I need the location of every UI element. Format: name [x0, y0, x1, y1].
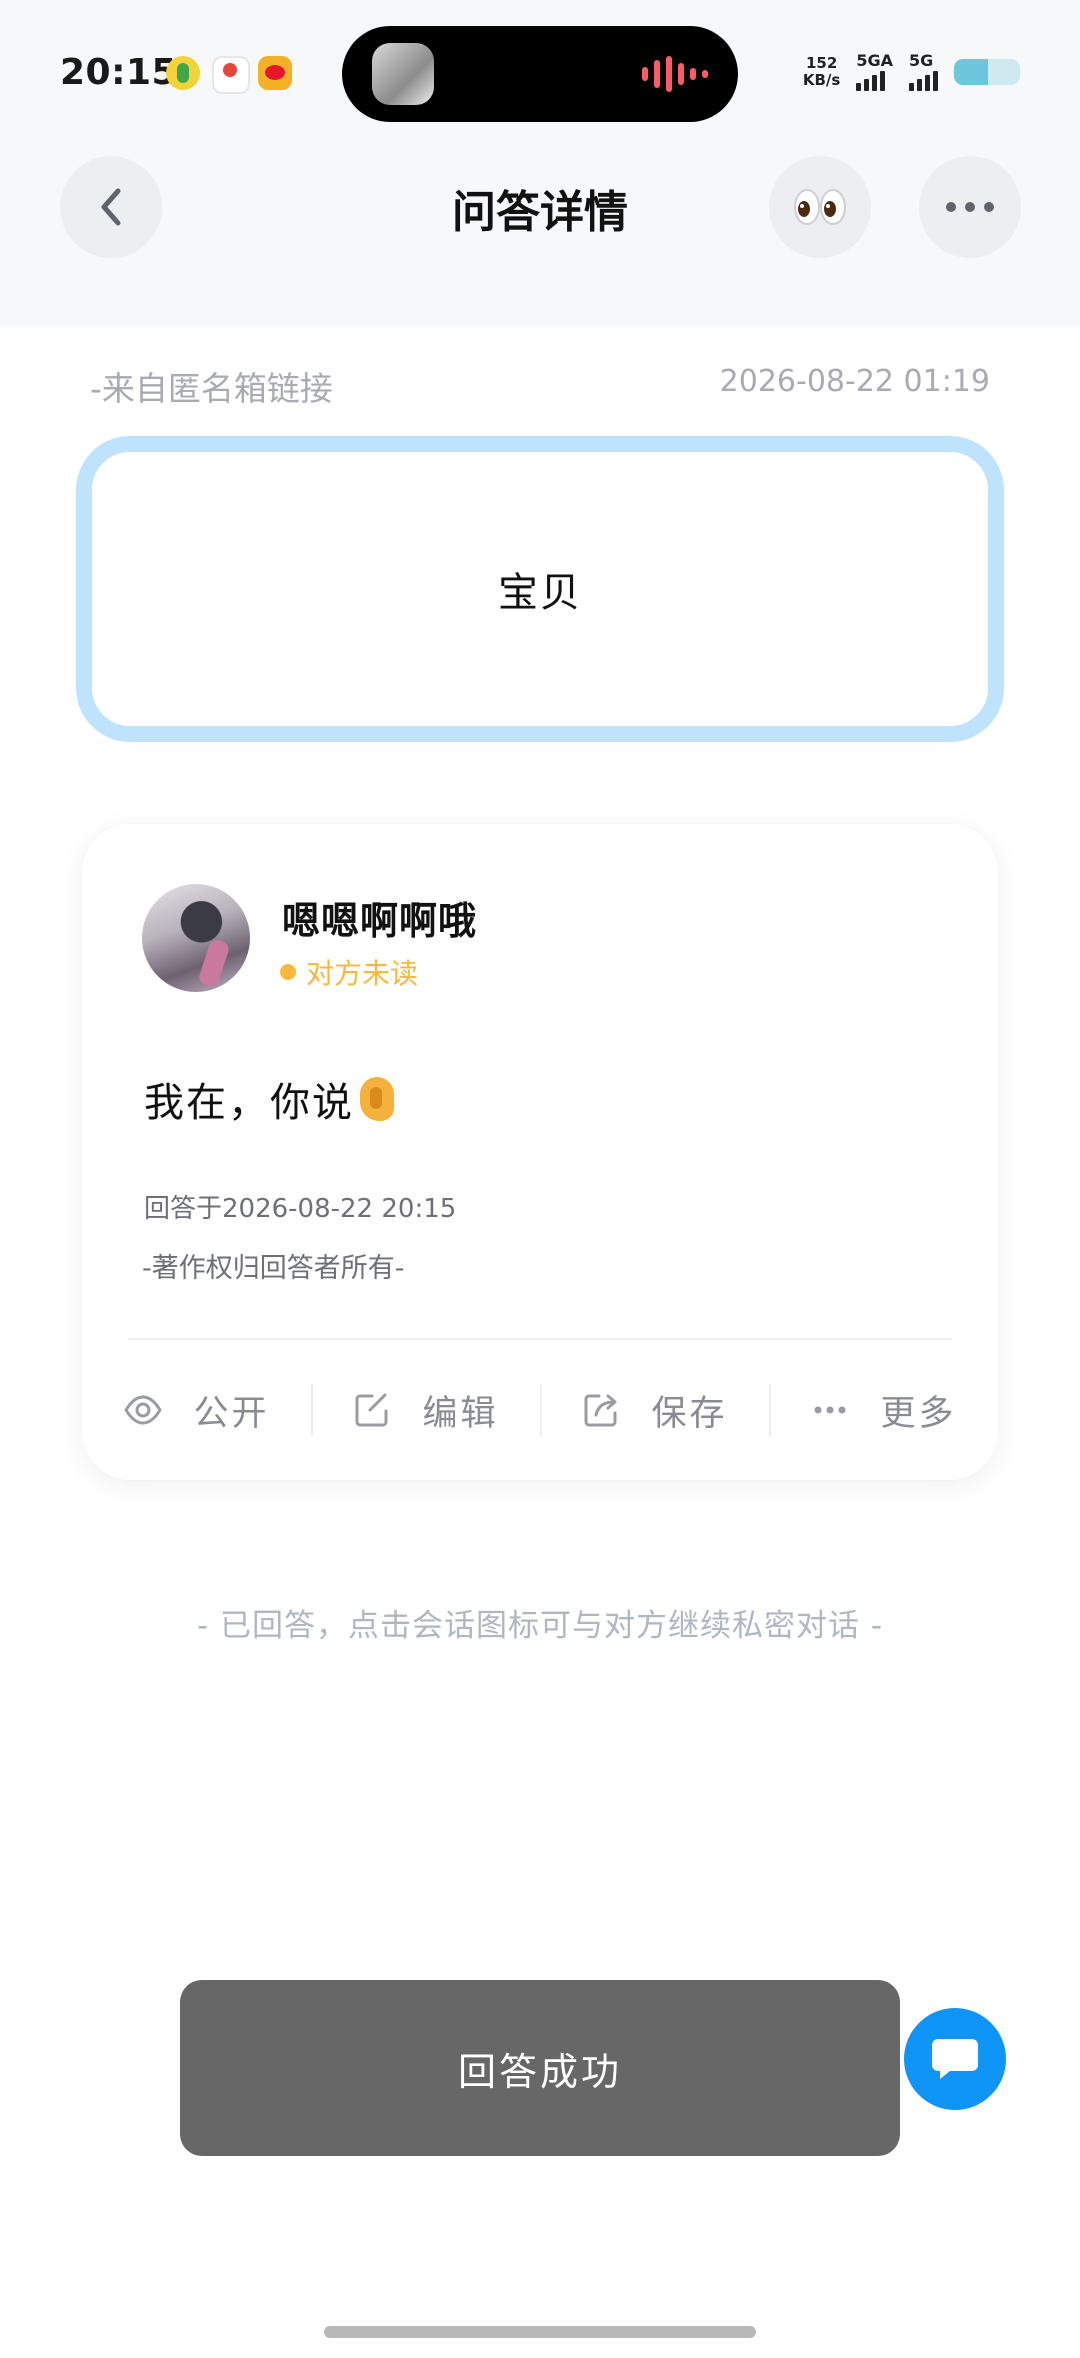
- page-title: 问答详情: [452, 187, 628, 238]
- chat-button[interactable]: [904, 2008, 1006, 2110]
- answered-hint: - 已回答，点击会话图标可与对方继续私密对话 -: [196, 1608, 884, 1644]
- sim1-signal: 5GA: [856, 53, 893, 91]
- battery-icon: [954, 59, 1020, 85]
- qq-music-icon: [166, 56, 200, 90]
- read-status-label: 对方未读: [306, 957, 419, 990]
- more-dots-icon: [946, 202, 994, 212]
- status-indicators: 152 KB/s 5GA 5G: [803, 52, 1020, 92]
- share-icon: [584, 1394, 617, 1427]
- audio-wave-icon: [642, 56, 708, 92]
- success-toast: 回答成功: [180, 1980, 900, 2156]
- status-dot-icon: [280, 964, 296, 980]
- chat-bubble-icon: [932, 2039, 978, 2079]
- status-time: 20:15: [60, 52, 178, 93]
- answer-timestamp: 回答于2026-08-22 20:15: [144, 1194, 457, 1224]
- signal-bars-icon: [909, 69, 938, 91]
- answer-actions: 公开 编辑 保存 更多: [82, 1340, 998, 1480]
- island-album-art: [372, 43, 434, 105]
- save-button[interactable]: 保存: [540, 1380, 769, 1440]
- weibo-icon: [258, 56, 292, 90]
- edit-button[interactable]: 编辑: [311, 1380, 540, 1440]
- more-actions-button[interactable]: 更多: [769, 1380, 998, 1440]
- question-datetime: 2026-08-22 01:19: [719, 364, 990, 399]
- answer-text-content: 我在，你说: [144, 1080, 354, 1126]
- dynamic-island[interactable]: [342, 26, 738, 122]
- eye-icon: [124, 1395, 162, 1425]
- sim2-signal: 5G: [909, 53, 938, 91]
- toast-text: 回答成功: [457, 2049, 622, 2094]
- nav-bar: 问答详情: [0, 140, 1080, 326]
- network-speed-value: 152: [805, 54, 838, 72]
- more-label: 更多: [880, 1393, 957, 1434]
- edit-icon: [355, 1393, 388, 1427]
- copyright-notice: -著作权归回答者所有-: [142, 1253, 405, 1284]
- signal-bars-icon: [856, 69, 886, 91]
- answer-card: 嗯嗯啊啊哦 对方未读 我在，你说 回答于2026-08-22 20:15 -著作…: [82, 824, 998, 1480]
- eyes-button[interactable]: [769, 156, 871, 258]
- public-label: 公开: [193, 1393, 270, 1434]
- author-name: 嗯嗯啊啊哦: [282, 899, 478, 943]
- home-indicator[interactable]: [324, 2326, 756, 2338]
- network-speed-unit: KB/s: [802, 71, 841, 89]
- more-dots-icon: [814, 1406, 846, 1414]
- public-button[interactable]: 公开: [82, 1380, 311, 1440]
- question-card: 宝贝: [76, 436, 1004, 742]
- eyes-emoji-icon: [794, 189, 846, 225]
- avatar[interactable]: [142, 884, 250, 992]
- map-icon: [212, 56, 250, 94]
- question-text: 宝贝: [498, 570, 582, 616]
- more-button[interactable]: [919, 156, 1021, 258]
- edit-label: 编辑: [422, 1393, 499, 1434]
- ear-emoji-icon: [360, 1077, 394, 1121]
- status-bar: 20:15 152 KB/s 5GA 5G: [0, 0, 1080, 140]
- answer-text: 我在，你说: [144, 1070, 394, 1128]
- network-speed: 152 KB/s: [803, 55, 840, 89]
- sim1-label: 5GA: [856, 51, 893, 70]
- read-status: 对方未读: [280, 952, 418, 992]
- question-source: -来自匿名箱链接: [90, 369, 333, 408]
- save-label: 保存: [651, 1393, 728, 1434]
- sim2-label: 5G: [909, 51, 934, 70]
